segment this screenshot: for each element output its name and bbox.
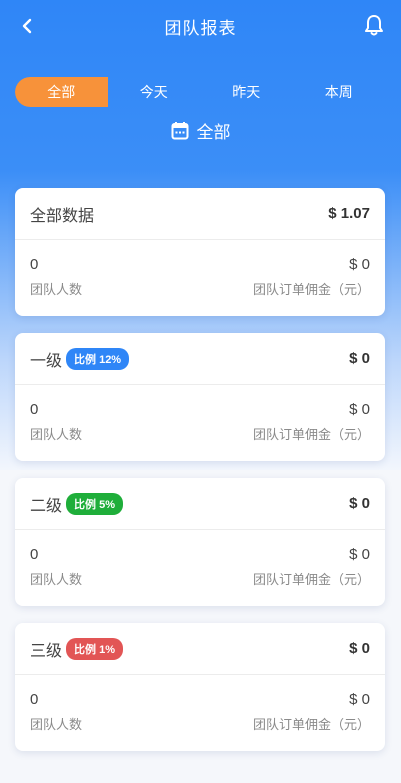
members-value: 0 <box>30 546 39 563</box>
commission-value: $ 0 <box>349 256 370 273</box>
commission-label: 团队订单佣金（元） <box>252 572 370 587</box>
level-amount: $ 0 <box>349 495 370 512</box>
level-2-card: 二级 比例 5% $ 0 0 团队人数 $ 0 团队订单佣金（元） <box>15 478 385 606</box>
card-body: 0 团队人数 $ 0 团队订单佣金（元） <box>15 675 385 733</box>
ratio-badge: 比例 1% <box>66 637 123 660</box>
summary-title: 全部数据 <box>30 207 95 225</box>
summary-card: 全部数据 $ 1.07 0 团队人数 $ 0 团队订单佣金（元） <box>15 188 385 316</box>
commission-value: $ 0 <box>349 401 370 418</box>
level-title: 三级 <box>30 642 63 660</box>
tab-today[interactable]: 今天 <box>108 77 201 107</box>
date-range-selector[interactable]: 全部 <box>0 117 401 143</box>
card-body: 0 团队人数 $ 0 团队订单佣金（元） <box>15 385 385 443</box>
level-3-card: 三级 比例 1% $ 0 0 团队人数 $ 0 团队订单佣金（元） <box>15 623 385 751</box>
members-label: 团队人数 <box>30 572 83 587</box>
members-value: 0 <box>30 691 39 708</box>
level-title: 二级 <box>30 497 63 515</box>
members-label: 团队人数 <box>30 282 83 297</box>
members-label: 团队人数 <box>30 427 83 442</box>
calendar-icon <box>171 121 188 139</box>
commission-label: 团队订单佣金（元） <box>252 282 370 297</box>
members-label: 团队人数 <box>30 717 83 732</box>
top-bar: 团队报表 <box>0 0 401 52</box>
tab-this-week[interactable]: 本周 <box>293 77 386 107</box>
notification-button[interactable] <box>361 12 387 38</box>
back-button[interactable] <box>14 13 40 39</box>
summary-amount: $ 1.07 <box>328 205 370 222</box>
bell-icon <box>365 15 383 36</box>
ratio-badge: 比例 5% <box>66 492 123 515</box>
commission-value: $ 0 <box>349 691 370 708</box>
card-body: 0 团队人数 $ 0 团队订单佣金（元） <box>15 530 385 588</box>
card-header: 一级 比例 12% $ 0 <box>15 333 385 385</box>
level-1-card: 一级 比例 12% $ 0 0 团队人数 $ 0 团队订单佣金（元） <box>15 333 385 461</box>
date-range-label: 全部 <box>196 122 231 142</box>
period-tabs: 全部 今天 昨天 本周 <box>15 77 385 107</box>
members-value: 0 <box>30 401 39 418</box>
level-amount: $ 0 <box>349 350 370 367</box>
tab-all[interactable]: 全部 <box>15 77 108 107</box>
chevron-left-icon <box>22 18 32 34</box>
commission-label: 团队订单佣金（元） <box>252 717 370 732</box>
card-header: 三级 比例 1% $ 0 <box>15 623 385 675</box>
members-value: 0 <box>30 256 39 273</box>
card-title: 全部数据 <box>30 202 94 226</box>
card-body: 0 团队人数 $ 0 团队订单佣金（元） <box>15 240 385 298</box>
card-header: 二级 比例 5% $ 0 <box>15 478 385 530</box>
level-title: 一级 <box>30 352 63 370</box>
commission-label: 团队订单佣金（元） <box>252 427 370 442</box>
page-title: 团队报表 <box>164 18 237 38</box>
card-title: 三级 比例 1% <box>30 637 123 661</box>
ratio-badge: 比例 12% <box>66 347 130 370</box>
commission-value: $ 0 <box>349 546 370 563</box>
level-amount: $ 0 <box>349 640 370 657</box>
card-title: 一级 比例 12% <box>30 347 130 371</box>
card-title: 二级 比例 5% <box>30 492 123 516</box>
card-header: 全部数据 $ 1.07 <box>15 188 385 240</box>
tab-yesterday[interactable]: 昨天 <box>200 77 293 107</box>
